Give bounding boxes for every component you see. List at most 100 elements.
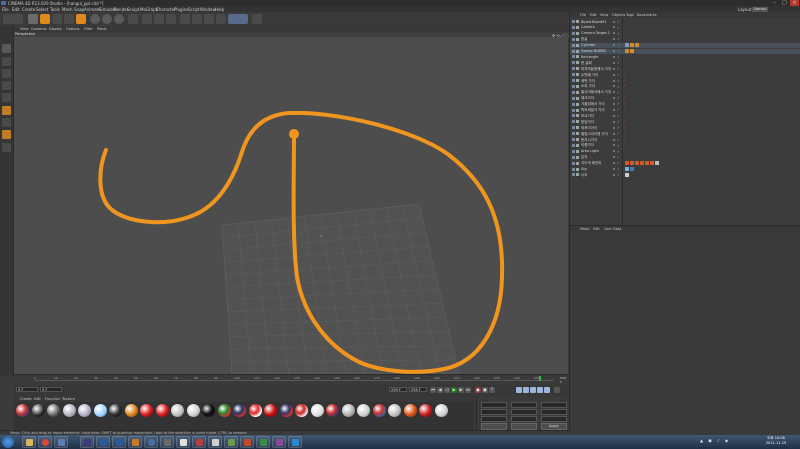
enabled-check-icon[interactable]: ✓ bbox=[617, 32, 620, 36]
material-swatch[interactable] bbox=[233, 404, 246, 417]
autokey-icon[interactable]: ● bbox=[482, 387, 488, 393]
visibility-dot-icon[interactable] bbox=[613, 156, 615, 159]
am-menu-edit[interactable]: Edit bbox=[593, 227, 600, 231]
expand-icon[interactable] bbox=[572, 161, 575, 165]
taskbar-app-icon[interactable] bbox=[192, 436, 206, 448]
timeline-ruler[interactable]: 0 10 20 30 40 50 60 70 80 90 100 110 120 130 140 150 160… bbox=[34, 376, 554, 381]
visibility-dot-icon[interactable] bbox=[613, 173, 615, 176]
material-swatch[interactable] bbox=[295, 404, 308, 417]
material-swatch[interactable] bbox=[202, 404, 215, 417]
visibility-dot-icon[interactable] bbox=[613, 38, 615, 41]
enabled-check-icon[interactable]: ✓ bbox=[617, 120, 620, 124]
material-tag-icon[interactable] bbox=[630, 161, 634, 166]
expand-icon[interactable] bbox=[572, 61, 575, 65]
enabled-check-icon[interactable]: ✓ bbox=[617, 20, 620, 24]
taskbar-chrome-icon[interactable] bbox=[38, 436, 52, 448]
visibility-dot-icon[interactable] bbox=[613, 85, 615, 88]
om-menu-file[interactable]: File bbox=[580, 13, 586, 17]
om-menu-tags[interactable]: Tags bbox=[626, 13, 634, 17]
z-axis-icon[interactable] bbox=[114, 14, 124, 24]
prev-key-icon[interactable]: ◀ bbox=[437, 387, 443, 393]
enabled-check-icon[interactable]: ✓ bbox=[617, 43, 620, 47]
material-swatch[interactable] bbox=[388, 404, 401, 417]
visibility-dot-icon[interactable] bbox=[613, 50, 615, 52]
coordinate-system-icon[interactable] bbox=[128, 14, 138, 24]
enabled-check-icon[interactable]: ✓ bbox=[617, 73, 620, 77]
material-swatch[interactable] bbox=[434, 404, 448, 417]
array-icon[interactable] bbox=[216, 14, 226, 24]
expand-icon[interactable] bbox=[572, 90, 575, 94]
nurbs-icon[interactable] bbox=[204, 14, 214, 24]
expand-icon[interactable] bbox=[572, 126, 575, 130]
tag-icon[interactable]: ⁄ bbox=[624, 90, 625, 94]
taskbar-app-icon[interactable] bbox=[208, 436, 222, 448]
expand-icon[interactable] bbox=[572, 20, 575, 23]
coord-field[interactable] bbox=[541, 409, 567, 415]
coord-field[interactable] bbox=[541, 402, 567, 408]
material-swatch[interactable] bbox=[62, 404, 76, 417]
expand-icon[interactable] bbox=[572, 67, 575, 71]
menu-create[interactable]: Create bbox=[22, 7, 35, 12]
visibility-dot-icon[interactable] bbox=[613, 144, 615, 147]
visibility-dot-icon[interactable] bbox=[613, 61, 615, 64]
mat-menu-function[interactable]: Function bbox=[45, 397, 60, 401]
keyframe-selection-icon[interactable]: ? bbox=[489, 387, 495, 393]
tag-icon[interactable]: ⁄ bbox=[624, 114, 625, 118]
material-tag-icon[interactable] bbox=[625, 49, 629, 53]
taskbar-photoshop-icon-2[interactable] bbox=[112, 436, 126, 448]
menu-sculpt[interactable]: Sculpt bbox=[127, 7, 140, 12]
deformer-icon[interactable] bbox=[228, 14, 248, 24]
coord-field[interactable] bbox=[511, 409, 537, 415]
material-swatch[interactable] bbox=[310, 404, 324, 417]
menu-tools[interactable]: Tools bbox=[50, 7, 60, 12]
am-menu-mode[interactable]: Mode bbox=[580, 227, 590, 231]
material-tag-icon[interactable] bbox=[625, 43, 629, 48]
viewport-menu-options[interactable]: Options bbox=[66, 27, 80, 31]
expand-icon[interactable] bbox=[572, 79, 575, 82]
coord-field[interactable] bbox=[481, 416, 507, 422]
taskbar-app-icon[interactable] bbox=[256, 436, 270, 448]
visibility-dot-icon[interactable] bbox=[613, 97, 615, 100]
expand-icon[interactable] bbox=[572, 108, 575, 112]
material-swatch[interactable] bbox=[279, 404, 293, 417]
taskbar-app-icon[interactable] bbox=[240, 436, 254, 448]
key-parameter-icon[interactable] bbox=[537, 387, 543, 393]
enabled-check-icon[interactable]: ✓ bbox=[617, 132, 620, 136]
motion-clip-icon[interactable] bbox=[554, 387, 560, 393]
tag-icon[interactable]: ⁄ bbox=[624, 96, 625, 100]
menu-file[interactable]: File bbox=[2, 7, 9, 12]
visibility-dot-icon[interactable] bbox=[613, 162, 615, 165]
om-menu-edit[interactable]: Edit bbox=[590, 13, 597, 17]
expand-icon[interactable] bbox=[572, 120, 575, 124]
om-menu-bookmarks[interactable]: Bookmarks bbox=[637, 13, 657, 17]
material-swatch[interactable] bbox=[357, 404, 370, 417]
enabled-check-icon[interactable]: ✓ bbox=[617, 150, 620, 154]
visibility-dot-icon[interactable] bbox=[613, 120, 615, 123]
coord-size-select[interactable] bbox=[511, 423, 537, 430]
viewport-menu-view[interactable]: View bbox=[20, 27, 28, 31]
mat-menu-edit[interactable]: Edit bbox=[34, 397, 41, 401]
taskbar-app-icon[interactable] bbox=[272, 436, 286, 448]
material-swatch[interactable] bbox=[31, 404, 45, 417]
system-tray-icons[interactable]: ▲ ◼ ♪ ◉ bbox=[700, 438, 730, 443]
tag-icon[interactable]: ⁄ bbox=[624, 108, 625, 112]
snap-icon[interactable] bbox=[2, 130, 11, 139]
expand-icon[interactable] bbox=[572, 37, 575, 41]
taskbar-clock[interactable]: 오후 10:06 2011-11-29 bbox=[760, 436, 792, 446]
tag-icon[interactable]: ⁄ bbox=[624, 79, 625, 83]
visibility-dot-icon[interactable] bbox=[613, 20, 615, 23]
enabled-check-icon[interactable]: ✓ bbox=[617, 167, 620, 171]
render-view-icon[interactable] bbox=[142, 14, 152, 24]
visibility-dot-icon[interactable] bbox=[613, 26, 615, 29]
material-tag-icon[interactable] bbox=[655, 161, 659, 166]
move-icon[interactable] bbox=[40, 14, 50, 24]
end-frame-field[interactable]: 256 F bbox=[389, 387, 407, 392]
model-mode-icon[interactable] bbox=[2, 57, 11, 66]
visibility-dot-icon[interactable] bbox=[613, 132, 615, 135]
enabled-check-icon[interactable]: ✓ bbox=[617, 79, 620, 83]
expand-icon[interactable] bbox=[572, 43, 575, 47]
visibility-dot-icon[interactable] bbox=[613, 55, 615, 58]
add-object-icon[interactable] bbox=[76, 14, 86, 24]
taskbar-after-effects-icon[interactable] bbox=[80, 436, 94, 448]
menu-script[interactable]: Script bbox=[188, 7, 200, 12]
